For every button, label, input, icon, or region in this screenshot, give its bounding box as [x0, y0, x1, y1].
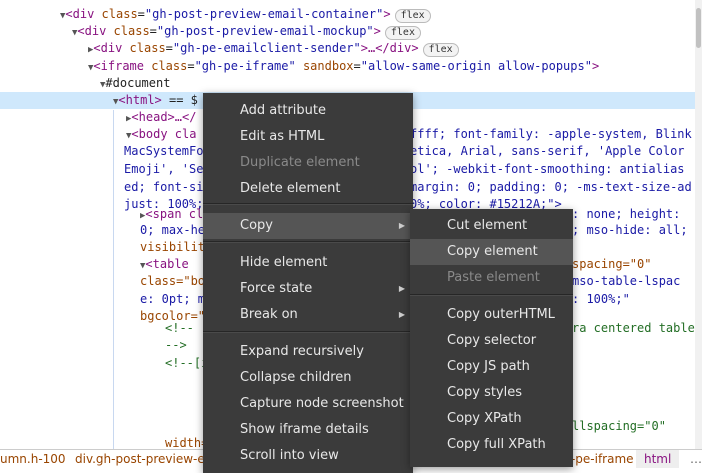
menu-item-delete-element[interactable]: Delete element [203, 176, 413, 202]
submenu-item-cut-element[interactable]: Cut element [410, 213, 573, 239]
code-fragment: llspacing="0" [572, 419, 666, 433]
menu-item-hide-element[interactable]: Hide element [203, 250, 413, 276]
menu-item-copy[interactable]: Copy ▶ [203, 213, 413, 239]
attr-value: "gh-post-preview-email-container" [144, 7, 384, 21]
menu-item-label: Copy [240, 218, 273, 233]
menu-item-scroll-into-view[interactable]: Scroll into view [203, 443, 413, 469]
tag-end: > [373, 24, 381, 38]
code-fragment: ra centered table [572, 321, 695, 335]
menu-separator [203, 203, 413, 205]
indent-guide [113, 110, 114, 450]
tag-end: > [591, 59, 600, 73]
submenu-item-copy-styles[interactable]: Copy styles [410, 380, 573, 406]
flex-badge[interactable]: flex [384, 26, 421, 40]
menu-item-collapse-children[interactable]: Collapse children [203, 365, 413, 391]
attr-value: "gh-pe-iframe" [194, 59, 296, 73]
code-fragment: ol'; -webkit-font-smoothing: antialias [410, 162, 685, 176]
code-fragment: ; mso-hide: all; [572, 223, 688, 237]
attr-name: class [113, 24, 150, 38]
flex-badge[interactable]: flex [422, 43, 459, 57]
submenu-arrow-icon: ▶ [398, 284, 405, 293]
submenu-item-paste-element: Paste element [447, 270, 540, 285]
attr-name: class [101, 7, 138, 21]
attr-value: "gh-pe-emailclient-sender" [172, 41, 361, 55]
menu-item-break-on[interactable]: Break on ▶ [203, 302, 413, 328]
code-fragment: <table [145, 257, 196, 271]
submenu-item-copy-full-xpath[interactable]: Copy full XPath [410, 432, 573, 458]
code-fragment: : none; height: [572, 207, 681, 221]
menu-item-edit-as-html[interactable]: Edit as HTML [203, 124, 413, 150]
menu-item-label: Break on [240, 307, 298, 322]
tag-end: > [383, 7, 391, 21]
console-ref: == $ [161, 93, 198, 107]
submenu-item-copy-selector[interactable]: Copy selector [410, 328, 573, 354]
scrollbar-thumb[interactable] [696, 8, 701, 48]
dom-node-emailclient-sender[interactable]: ▶<div class="gh-pe-emailclient-sender">…… [88, 40, 459, 59]
attr-value: "gh-post-preview-email-mockup" [156, 24, 374, 38]
code-fragment: 0; max-he [140, 223, 206, 237]
code-fragment: ffff; font-family: -apple-system, Blink [410, 127, 692, 141]
code-fragment: mso-table-lspac [572, 274, 681, 288]
code-fragment: ed; font-si [124, 180, 204, 194]
flex-badge[interactable]: flex [394, 9, 431, 23]
code-fragment: spacing="0" [572, 257, 652, 271]
menu-item-show-iframe-details[interactable]: Show iframe details [203, 417, 413, 443]
menu-item-duplicate-element: Duplicate element [240, 155, 360, 170]
tag: <iframe [93, 59, 152, 73]
breadcrumb-item[interactable]: umn.h-100 [0, 450, 66, 468]
comment-node[interactable]: <!-- ( [165, 320, 208, 337]
menu-separator [203, 331, 413, 333]
tag: <div [93, 41, 130, 55]
tag: <div [65, 7, 102, 21]
submenu-item-copy-outerhtml[interactable]: Copy outerHTML [410, 302, 573, 328]
attr-name: class [151, 59, 188, 73]
code-fragment: <span cl [145, 207, 204, 221]
context-menu: Add attribute Edit as HTML Duplicate ele… [203, 93, 413, 473]
submenu-item-copy-element[interactable]: Copy element [410, 239, 573, 265]
code-fragment: visibilit [140, 240, 206, 254]
submenu-arrow-icon: ▶ [398, 221, 405, 230]
tag: <div [77, 24, 114, 38]
code-fragment: <body cla [131, 127, 197, 141]
submenu-item-copy-js-path[interactable]: Copy JS path [410, 354, 573, 380]
tag-end: >…</div> [360, 41, 419, 55]
submenu-item-copy-xpath[interactable]: Copy XPath [410, 406, 573, 432]
menu-item-add-attribute[interactable]: Add attribute [203, 98, 413, 124]
submenu-arrow-icon: ▶ [398, 310, 405, 319]
attr-value: "allow-same-origin allow-popups" [360, 59, 592, 73]
breadcrumb-overflow[interactable]: … [690, 450, 702, 468]
comment-node[interactable]: <!--[i [165, 355, 208, 372]
breadcrumb-item[interactable]: div.gh-post-preview-em [75, 450, 216, 468]
copy-submenu: Cut element Copy element Paste element C… [410, 209, 573, 467]
breadcrumb-item-selected[interactable]: html [636, 450, 680, 468]
code-fragment: : 100%;" [572, 292, 630, 306]
tag: <html> [118, 93, 162, 107]
menu-item-capture-node-screenshot[interactable]: Capture node screenshot [203, 391, 413, 417]
code-fragment: e: 0pt; m [140, 292, 206, 306]
code-fragment: Emoji', 'Se [124, 162, 204, 176]
comment-node: --> [165, 338, 187, 352]
attr-name: class [129, 41, 166, 55]
code-fragment: margin: 0; padding: 0; -ms-text-size-ad [410, 180, 692, 194]
code-fragment: etica, Arial, sans-serif, 'Apple Color [410, 144, 685, 158]
menu-item-expand-recursively[interactable]: Expand recursively [203, 339, 413, 365]
document-label: #document [105, 76, 171, 90]
code-fragment: <head>…</ [131, 110, 197, 124]
menu-item-label: Force state [240, 281, 313, 296]
code-fragment: class="bo [140, 274, 206, 288]
attr-name: sandbox [295, 59, 354, 73]
scrollbar[interactable] [695, 0, 702, 450]
code-fragment: MacSystemFo [124, 144, 204, 158]
menu-separator [410, 294, 573, 296]
menu-separator [203, 241, 413, 243]
menu-item-force-state[interactable]: Force state ▶ [203, 276, 413, 302]
